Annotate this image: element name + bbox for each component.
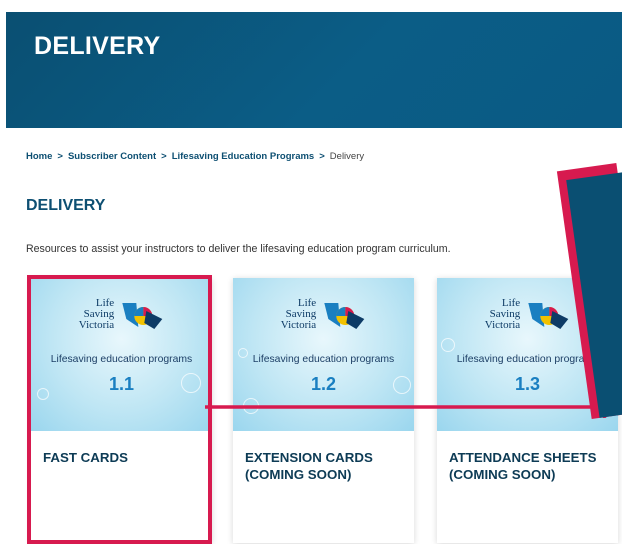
page-hero-banner: DELIVERY [6, 12, 622, 128]
chevron-right-icon: > [57, 151, 63, 162]
highlight-box [27, 275, 212, 544]
section-title: DELIVERY [26, 197, 106, 214]
breadcrumb: Home > Subscriber Content > Lifesaving Educa… [26, 151, 364, 162]
page-title: DELIVERY [34, 32, 161, 60]
breadcrumb-link-subscriber-content[interactable]: Subscriber Content [68, 151, 156, 162]
breadcrumb-link-lifesaving-education-programs[interactable]: Lifesaving Education Programs [172, 151, 315, 162]
lifesaver-emblem-icon [528, 302, 569, 329]
section-description: Resources to assist your instructors to … [26, 243, 451, 255]
lifesaver-emblem-icon [324, 302, 365, 329]
chevron-right-icon: > [319, 151, 325, 162]
life-saving-victoria-logo: Life Saving Victoria [485, 298, 570, 331]
breadcrumb-link-home[interactable]: Home [26, 151, 52, 162]
card-title: EXTENSION CARDS (COMING SOON) [245, 450, 373, 482]
arrow-right-icon [205, 394, 618, 418]
breadcrumb-current: Delivery [329, 151, 365, 162]
life-saving-victoria-logo: Life Saving Victoria [281, 298, 366, 331]
chevron-right-icon: > [161, 151, 167, 162]
card-title: ATTENDANCE SHEETS (COMING SOON) [449, 450, 597, 482]
card-program-label: Lifesaving education programs [252, 354, 395, 365]
